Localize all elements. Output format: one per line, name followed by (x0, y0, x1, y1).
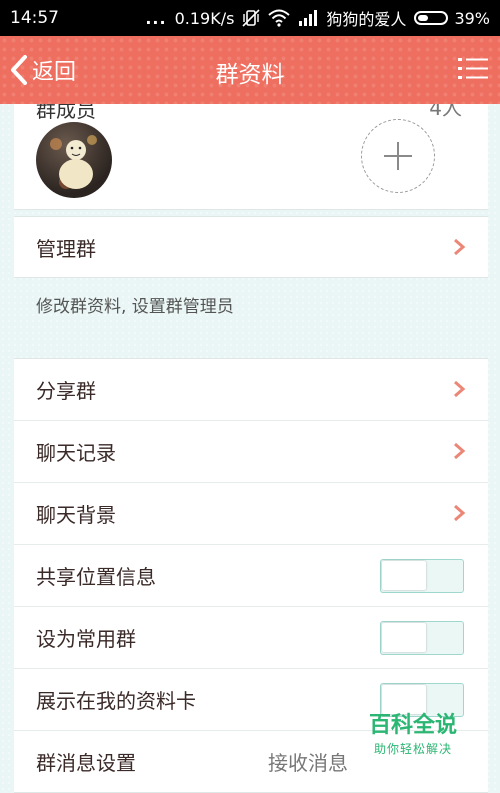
add-member-button[interactable] (361, 119, 435, 193)
frequent-group-toggle[interactable] (380, 621, 464, 655)
members-label: 群成员 (36, 104, 96, 122)
carrier-name: 狗狗的爱人 (326, 10, 407, 29)
signal-icon (299, 10, 318, 26)
content: 群成员 4人 管理群 修改群资料, 设置群管理员 分享群 聊天记录 聊天背景 共… (14, 104, 488, 793)
manage-group-row[interactable]: 管理群 (14, 217, 488, 277)
show-in-card-label: 展示在我的资料卡 (36, 689, 196, 713)
chevron-right-icon (454, 443, 466, 459)
share-location-toggle[interactable] (380, 559, 464, 593)
toggle-knob (382, 561, 426, 590)
watermark-title: 百科全说 (368, 713, 457, 738)
nav-bar: 返回 群资料 (0, 36, 500, 104)
message-settings-label: 群消息设置 (36, 751, 136, 775)
members-card: 群成员 4人 (14, 104, 488, 210)
chat-history-label: 聊天记录 (36, 441, 116, 465)
battery: 39% (414, 9, 490, 28)
battery-percent: 39% (454, 8, 490, 28)
vibrate-off-icon (242, 9, 260, 27)
watermark-logo: 百科全说 助你轻松解决 (366, 712, 460, 757)
chat-history-row[interactable]: 聊天记录 (14, 420, 488, 482)
battery-icon (414, 11, 449, 25)
toggle-knob (382, 623, 426, 652)
share-location-row: 共享位置信息 (14, 544, 488, 606)
chat-background-label: 聊天背景 (36, 503, 116, 527)
manage-group-label: 管理群 (36, 236, 96, 261)
share-group-label: 分享群 (36, 379, 96, 403)
status-bar: 14:57 ... 0.19K/s 狗狗的爱人 39% (0, 0, 500, 36)
wifi-icon (268, 9, 291, 27)
chevron-right-icon (454, 239, 466, 255)
watermark-subtitle: 助你轻松解决 (373, 742, 452, 756)
manage-card: 管理群 (14, 216, 488, 278)
page-title: 群资料 (215, 62, 285, 88)
members-count: 4人 (429, 104, 462, 120)
status-right: ... 0.19K/s 狗狗的爱人 39% (145, 6, 490, 30)
frequent-group-label: 设为常用群 (36, 627, 136, 651)
member-avatar[interactable] (36, 122, 112, 198)
message-settings-value: 接收消息 (268, 751, 348, 775)
share-location-label: 共享位置信息 (36, 565, 156, 589)
share-group-row[interactable]: 分享群 (14, 359, 488, 420)
frequent-group-row: 设为常用群 (14, 606, 488, 668)
network-speed: 0.19K/s (174, 8, 235, 28)
manage-hint: 修改群资料, 设置群管理员 (36, 297, 234, 317)
status-dots: ... (145, 8, 167, 28)
menu-list-icon[interactable] (458, 56, 488, 82)
snowman-avatar-image (50, 135, 97, 189)
toggle-knob (382, 685, 426, 714)
chat-background-row[interactable]: 聊天背景 (14, 482, 488, 544)
chevron-right-icon (454, 381, 466, 397)
status-time: 14:57 (10, 8, 59, 28)
chevron-right-icon (454, 505, 466, 521)
